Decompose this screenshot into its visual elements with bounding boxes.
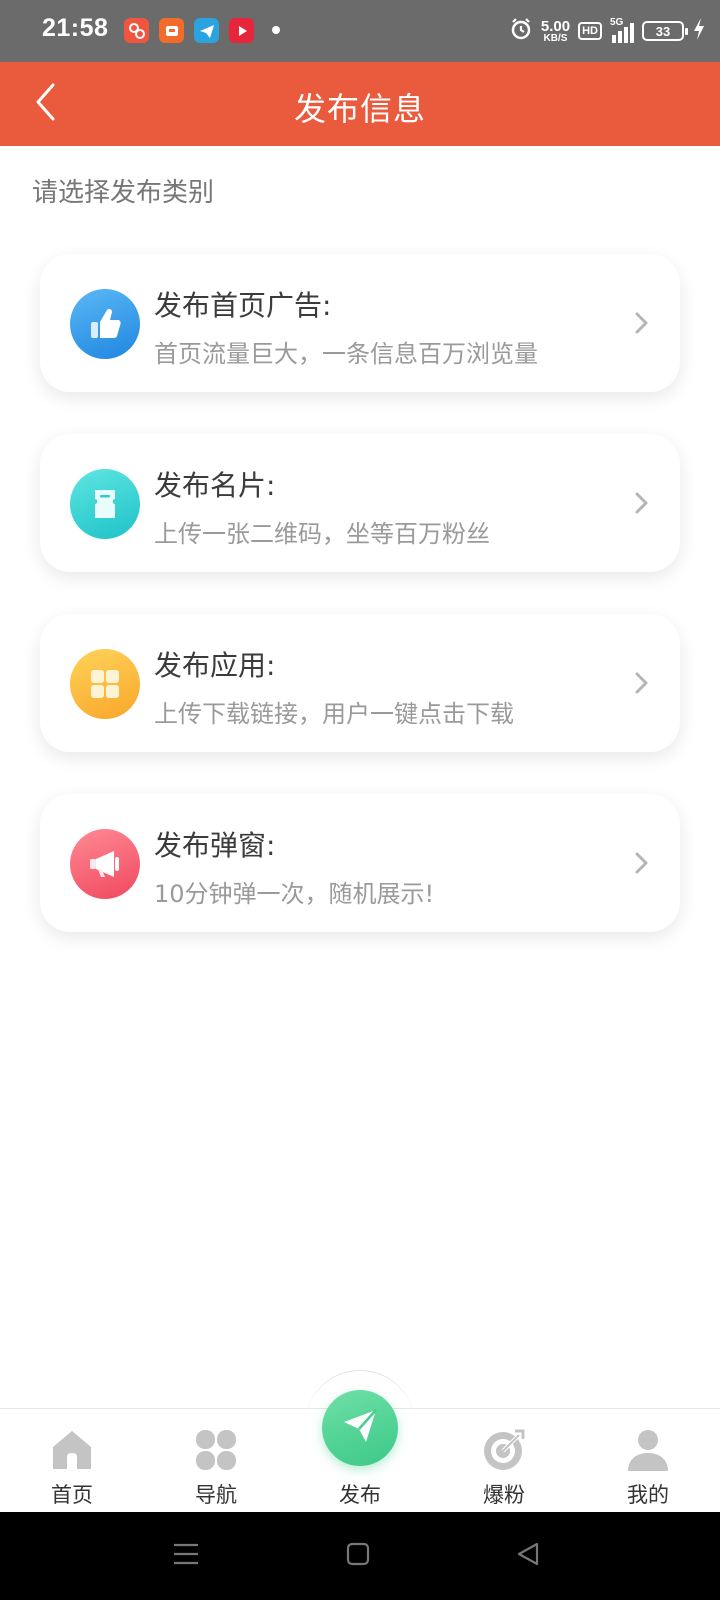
- card-homepage-ad[interactable]: 发布首页广告: 首页流量巨大，一条信息百万浏览量: [40, 254, 680, 392]
- nav-item-fans[interactable]: 爆粉: [432, 1409, 576, 1513]
- thumbs-up-icon: [70, 289, 140, 359]
- status-bar: 21:58 5.00 KB/S HD 5G 33: [0, 0, 720, 62]
- megaphone-icon: [70, 829, 140, 899]
- nav-label: 发布: [339, 1483, 381, 1507]
- card-description: 上传下载链接，用户一键点击下载: [154, 700, 514, 728]
- telegram-icon: [194, 18, 219, 43]
- section-label: 请选择发布类别: [32, 178, 215, 208]
- battery-indicator: 33: [642, 21, 688, 41]
- network-speed: 5.00 KB/S: [540, 17, 571, 44]
- nav-label: 爆粉: [483, 1483, 525, 1507]
- nav-item-navigation[interactable]: 导航: [144, 1409, 288, 1513]
- system-nav-bar: [0, 1512, 720, 1600]
- card-popup[interactable]: 发布弹窗: 10分钟弹一次，随机展示!: [40, 794, 680, 932]
- status-time: 21:58: [42, 14, 109, 42]
- triangle-back-icon: [515, 1541, 541, 1571]
- user-icon: [623, 1425, 673, 1475]
- nav-item-home[interactable]: 首页: [0, 1409, 144, 1513]
- card-title: 发布应用:: [154, 649, 276, 682]
- notification-icons: [124, 18, 254, 43]
- page-title: 发布信息: [293, 90, 426, 128]
- menu-icon: [172, 1541, 200, 1571]
- menu-button[interactable]: [166, 1536, 206, 1576]
- card-description: 上传一张二维码，坐等百万粉丝: [154, 520, 490, 548]
- nav-label: 导航: [195, 1483, 237, 1507]
- square-icon: [345, 1541, 371, 1571]
- signal-icon: 5G: [610, 17, 634, 43]
- app-notification-icon: [124, 18, 149, 43]
- card-description: 首页流量巨大，一条信息百万浏览量: [154, 340, 538, 368]
- alarm-icon: [509, 17, 533, 45]
- card-title: 发布首页广告:: [154, 289, 332, 322]
- category-list: 发布首页广告: 首页流量巨大，一条信息百万浏览量 发布名片: 上传一张二维码，坐…: [40, 254, 680, 974]
- card-app[interactable]: 发布应用: 上传下载链接，用户一键点击下载: [40, 614, 680, 752]
- hd-badge: HD: [578, 22, 602, 40]
- nav-label: 首页: [51, 1483, 93, 1507]
- chevron-right-icon: [626, 668, 656, 698]
- video-app-icon: [229, 18, 254, 43]
- app-header: 发布信息: [0, 62, 720, 146]
- card-title: 发布弹窗:: [154, 829, 276, 862]
- card-title: 发布名片:: [154, 469, 276, 502]
- nav-label: 我的: [627, 1483, 669, 1507]
- paper-plane-icon: [338, 1404, 382, 1452]
- publish-button[interactable]: [322, 1390, 398, 1466]
- notification-dot: [272, 26, 280, 34]
- chevron-right-icon: [626, 308, 656, 338]
- card-icon: [70, 469, 140, 539]
- charging-icon: [692, 17, 706, 45]
- clover-icon: [191, 1425, 241, 1475]
- shopping-app-icon: [159, 18, 184, 43]
- home-button[interactable]: [338, 1536, 378, 1576]
- status-indicators: 5.00 KB/S HD 5G 33: [509, 14, 706, 48]
- card-description: 10分钟弹一次，随机展示!: [154, 880, 435, 908]
- apps-grid-icon: [70, 649, 140, 719]
- back-nav-button[interactable]: [508, 1536, 548, 1576]
- target-icon: [479, 1425, 529, 1475]
- chevron-right-icon: [626, 848, 656, 878]
- home-icon: [47, 1425, 97, 1475]
- nav-item-me[interactable]: 我的: [576, 1409, 720, 1513]
- chevron-right-icon: [626, 488, 656, 518]
- card-business-card[interactable]: 发布名片: 上传一张二维码，坐等百万粉丝: [40, 434, 680, 572]
